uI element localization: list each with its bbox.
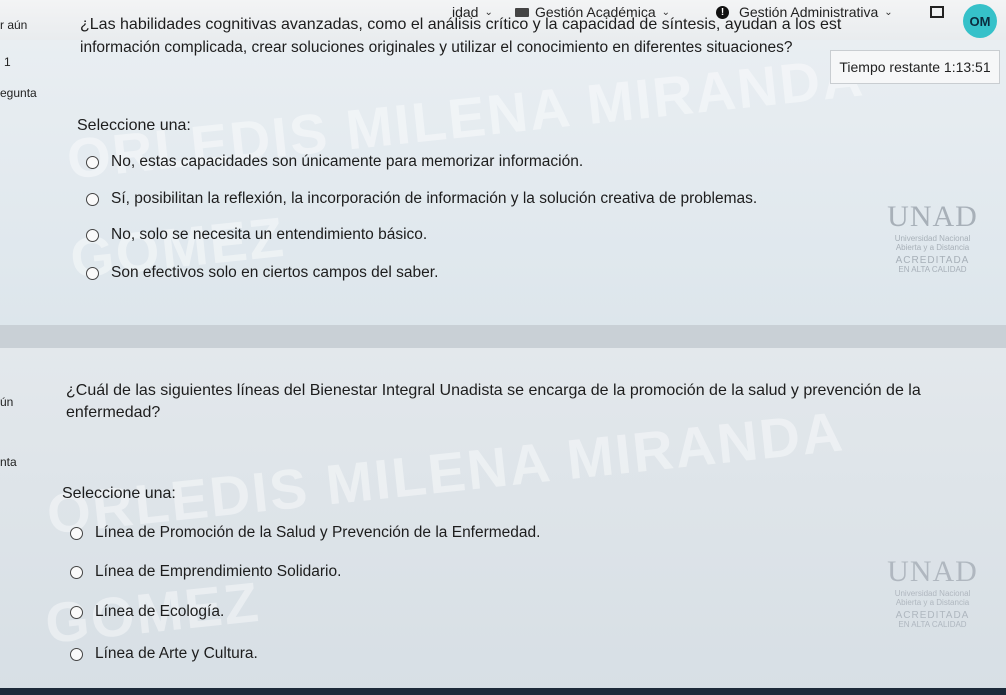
radio-button[interactable] — [70, 565, 83, 579]
q1-option-b[interactable]: Sí, posibilitan la reflexión, la incorpo… — [86, 190, 757, 208]
q1-status: r aún — [0, 18, 28, 32]
q2-option-c[interactable]: Línea de Ecología. — [70, 603, 224, 621]
logo-accredited: ACREDITADA — [895, 255, 970, 266]
logo-accredited-2: ACREDITADA — [895, 610, 970, 621]
logo-subtitle-1-2: Universidad Nacional — [894, 589, 971, 598]
question-2-text: ¿Cuál de las siguientes líneas del Biene… — [66, 382, 921, 399]
time-remaining: Tiempo restante 1:13:51 — [830, 50, 1000, 84]
radio-button[interactable] — [86, 266, 99, 280]
radio-button[interactable] — [70, 605, 83, 619]
logo-name-2: UNAD — [887, 555, 978, 588]
q2-option-a[interactable]: Línea de Promoción de la Salud y Prevenc… — [70, 524, 540, 542]
radio-button[interactable] — [70, 647, 83, 661]
q1-option-d[interactable]: Son efectivos solo en ciertos campos del… — [86, 264, 438, 282]
radio-button[interactable] — [86, 155, 99, 169]
logo-subtitle-2-2: Abierta y a Distancia — [895, 598, 970, 607]
unad-logo-2: UNAD Universidad Nacional Abierta y a Di… — [870, 555, 995, 629]
q2-select-label: Seleccione una: — [62, 485, 176, 502]
logo-quality-2: EN ALTA CALIDAD — [898, 620, 967, 629]
q1-label: egunta — [0, 86, 37, 100]
q1-option-d-label: Son efectivos solo en ciertos campos del… — [111, 264, 439, 281]
q1-select-label: Seleccione una: — [77, 117, 191, 134]
radio-button[interactable] — [86, 192, 99, 206]
q2-label: nta — [0, 455, 17, 469]
radio-button[interactable] — [86, 228, 99, 242]
q2-option-b-label: Línea de Emprendimiento Solidario. — [95, 563, 342, 580]
radio-button[interactable] — [70, 526, 83, 540]
logo-name: UNAD — [887, 200, 978, 233]
q2-option-d-label: Línea de Arte y Cultura. — [95, 645, 258, 662]
q1-number: 1 — [4, 55, 11, 69]
q1-option-c[interactable]: No, solo se necesita un entendimiento bá… — [86, 226, 427, 244]
chevron-down-icon: ⌄ — [884, 6, 893, 18]
panel-separator — [0, 325, 1006, 348]
logo-subtitle-1: Universidad Nacional — [894, 234, 971, 243]
logo-quality: EN ALTA CALIDAD — [898, 265, 967, 274]
q2-option-a-label: Línea de Promoción de la Salud y Prevenc… — [95, 524, 541, 541]
user-avatar[interactable]: OM — [963, 4, 997, 38]
q1-option-a[interactable]: No, estas capacidades son únicamente par… — [86, 153, 583, 171]
q1-option-a-label: No, estas capacidades son únicamente par… — [111, 153, 584, 170]
message-icon[interactable] — [930, 6, 944, 18]
unad-logo: UNAD Universidad Nacional Abierta y a Di… — [870, 200, 995, 274]
q1-option-b-label: Sí, posibilitan la reflexión, la incorpo… — [111, 190, 758, 207]
q1-option-c-label: No, solo se necesita un entendimiento bá… — [111, 226, 428, 243]
q2-option-b[interactable]: Línea de Emprendimiento Solidario. — [70, 563, 341, 581]
q2-option-c-label: Línea de Ecología. — [95, 603, 225, 620]
q2-option-d[interactable]: Línea de Arte y Cultura. — [70, 645, 258, 663]
question-2-text-line2: enfermedad? — [66, 404, 161, 421]
bottom-bar — [0, 688, 1006, 695]
q2-status: ún — [0, 395, 14, 409]
question-1-text: ¿Las habilidades cognitivas avanzadas, c… — [80, 16, 842, 33]
question-1-text-line2: información complicada, crear soluciones… — [80, 39, 793, 56]
logo-subtitle-2: Abierta y a Distancia — [895, 243, 970, 252]
